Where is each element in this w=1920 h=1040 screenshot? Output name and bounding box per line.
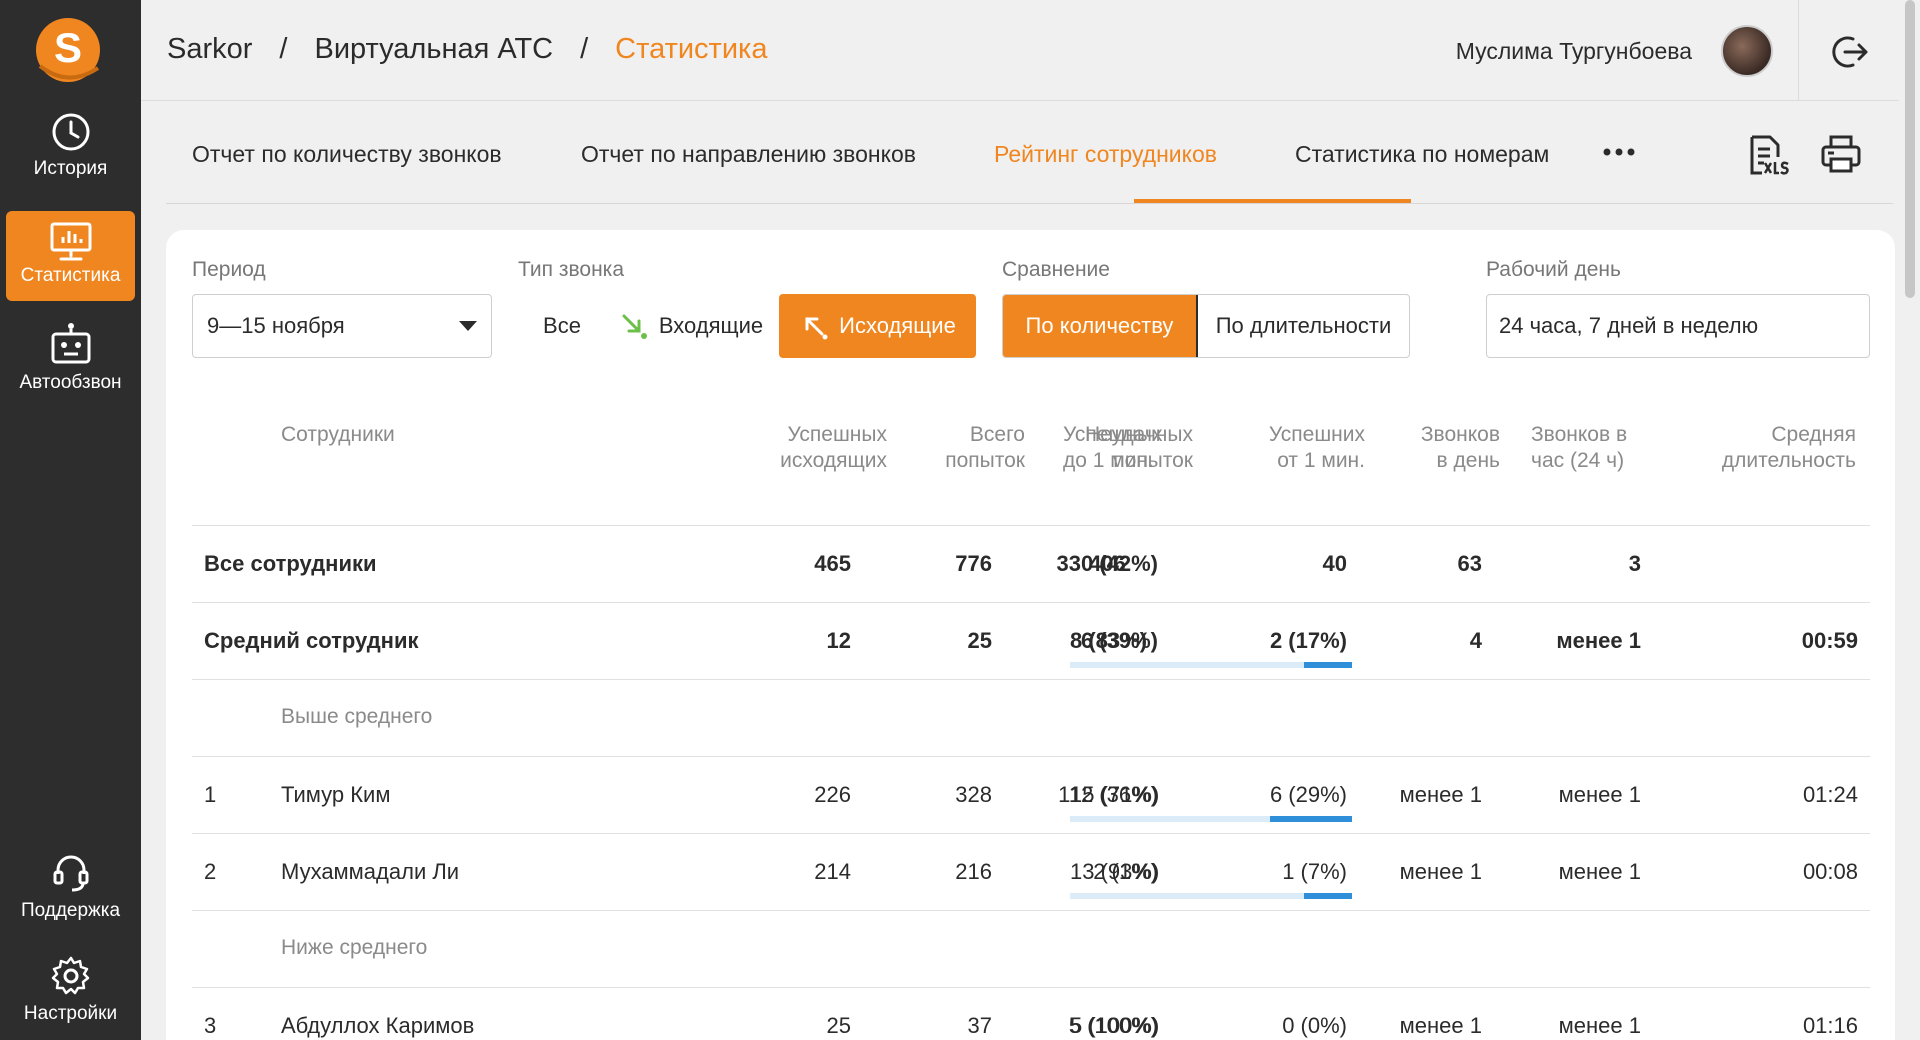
- over-1min-share-fill: [1270, 816, 1352, 822]
- col-calls-per-hour[interactable]: Звонков в час (24 ч): [1531, 422, 1627, 474]
- comparison-toggle: По количеству По длительности: [1002, 294, 1410, 358]
- caret-down-icon: [459, 321, 477, 331]
- user-name[interactable]: Муслима Тургунбоева: [1456, 38, 1692, 65]
- tab-calls-direction[interactable]: Отчет по направлению звонков: [581, 141, 916, 168]
- top-header: Sarkor / Виртуальная АТС / Статистика Му…: [141, 0, 1899, 101]
- nav-autodial-label: Автообзвон: [19, 372, 122, 393]
- nav-history-label: История: [33, 158, 108, 179]
- clock-icon: [52, 113, 89, 151]
- sarkor-logo[interactable]: S: [34, 16, 102, 84]
- monitor-chart-icon: [50, 222, 91, 261]
- table-row[interactable]: 2 Мухаммадали Ли 214 216 2 (1%) 13 (93%)…: [192, 833, 1870, 910]
- duration-share-bar: [1070, 893, 1352, 899]
- tab-employee-rating[interactable]: Рейтинг сотрудников: [994, 141, 1217, 168]
- scrollbar-thumb[interactable]: [1905, 0, 1915, 298]
- period-select[interactable]: 9—15 ноября: [192, 294, 492, 358]
- breadcrumb-separator: /: [580, 33, 589, 65]
- svg-text:S: S: [54, 24, 82, 71]
- page-scrollbar[interactable]: [1899, 0, 1920, 1040]
- incoming-arrow-icon: [622, 314, 647, 339]
- nav-autodial[interactable]: Автообзвон: [6, 322, 135, 412]
- rating-card: Период 9—15 ноября Тип звонка Все Входящ…: [166, 230, 1895, 1040]
- col-employees[interactable]: Сотрудники: [281, 422, 395, 448]
- compare-by-count[interactable]: По количеству: [1003, 295, 1198, 357]
- call-type-incoming[interactable]: Входящие: [606, 294, 776, 358]
- workday-label: Рабочий день: [1486, 258, 1621, 281]
- workday-field[interactable]: 24 часа, 7 дней в неделю: [1486, 294, 1870, 358]
- tab-calls-count[interactable]: Отчет по количеству звонков: [192, 141, 502, 168]
- call-type-all[interactable]: Все: [518, 294, 606, 358]
- gear-icon: [51, 956, 89, 995]
- table-row[interactable]: 3 Абдуллох Каримов 25 37 5 (100%) 5 (100…: [192, 987, 1870, 1040]
- col-calls-per-day[interactable]: Звонков в день: [1421, 422, 1500, 474]
- duration-share-bar: [1070, 816, 1352, 822]
- section-below-average: Ниже среднего: [192, 910, 1870, 987]
- table-row[interactable]: 1 Тимур Ким 226 328 112 (36%) 15 (71%) 6…: [192, 756, 1870, 833]
- nav-settings-label: Настройки: [23, 1003, 118, 1024]
- logout-icon[interactable]: [1831, 33, 1869, 71]
- col-success-under-1min[interactable]: Успешных до 1 мин.: [1063, 422, 1163, 474]
- breadcrumb-sarkor[interactable]: Sarkor: [167, 33, 252, 66]
- table-row-all[interactable]: Все сотрудники 465 776 330 (42%) 406 40 …: [192, 525, 1870, 602]
- print-icon[interactable]: [1820, 133, 1862, 175]
- nav-history[interactable]: История: [6, 112, 135, 202]
- nav-support[interactable]: Поддержка: [6, 852, 135, 942]
- nav-settings[interactable]: Настройки: [6, 955, 135, 1040]
- comparison-label: Сравнение: [1002, 258, 1110, 281]
- col-avg-duration[interactable]: Средняя длительность: [1722, 422, 1856, 474]
- workday-value: 24 часа, 7 дней в неделю: [1499, 313, 1759, 338]
- call-type-outgoing[interactable]: Исходящие: [779, 294, 976, 358]
- export-xls-icon[interactable]: [1746, 133, 1790, 177]
- more-icon[interactable]: [1602, 145, 1636, 159]
- avatar[interactable]: [1721, 25, 1773, 77]
- nav-statistics-label: Статистика: [20, 265, 121, 286]
- section-above-average: Выше среднего: [192, 679, 1870, 756]
- report-tabs: Отчет по количеству звонков Отчет по нап…: [166, 101, 1893, 204]
- breadcrumb-statistics: Статистика: [615, 33, 768, 65]
- over-1min-share-fill: [1304, 893, 1352, 899]
- table-row-average[interactable]: Средний сотрудник 12 25 6 (39%) 8 (83%) …: [192, 602, 1870, 679]
- outgoing-arrow-icon: [805, 317, 828, 340]
- breadcrumb-separator: /: [279, 33, 288, 65]
- col-success-over-1min[interactable]: Успешних от 1 мин.: [1269, 422, 1365, 474]
- compare-by-duration[interactable]: По длительности: [1198, 295, 1409, 357]
- col-total-attempts[interactable]: Всего попыток: [945, 422, 1025, 474]
- breadcrumb: Sarkor / Виртуальная АТС / Статистика: [167, 33, 767, 66]
- headset-icon: [53, 855, 88, 892]
- active-tab-underline: [1134, 199, 1411, 203]
- header-divider: [1798, 0, 1799, 101]
- nav-support-label: Поддержка: [20, 900, 121, 921]
- breadcrumb-vats[interactable]: Виртуальная АТС: [314, 33, 553, 66]
- duration-share-bar: [1070, 662, 1352, 668]
- sidebar: S История Статистика Автообзвон Поддержк…: [0, 0, 141, 1040]
- over-1min-share-fill: [1304, 662, 1352, 668]
- nav-statistics[interactable]: Статистика: [6, 211, 135, 301]
- period-value: 9—15 ноября: [207, 313, 345, 338]
- robot-icon: [51, 323, 90, 364]
- period-label: Период: [192, 258, 266, 281]
- tab-numbers-stats[interactable]: Статистика по номерам: [1295, 141, 1549, 168]
- call-type-label: Тип звонка: [518, 258, 624, 281]
- col-success-outgoing[interactable]: Успешных исходящих: [780, 422, 887, 474]
